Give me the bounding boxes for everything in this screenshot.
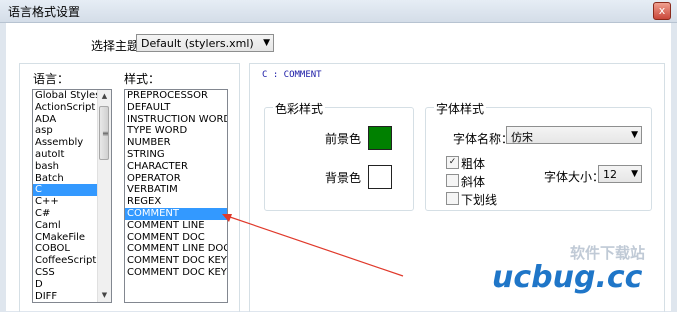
arrow-shaft bbox=[226, 215, 404, 277]
watermark-bottom-text: ucbug.cc bbox=[492, 260, 643, 295]
watermark-logo: 软件下载站 ucbug.cc bbox=[492, 242, 672, 297]
arrow-head bbox=[222, 214, 232, 222]
